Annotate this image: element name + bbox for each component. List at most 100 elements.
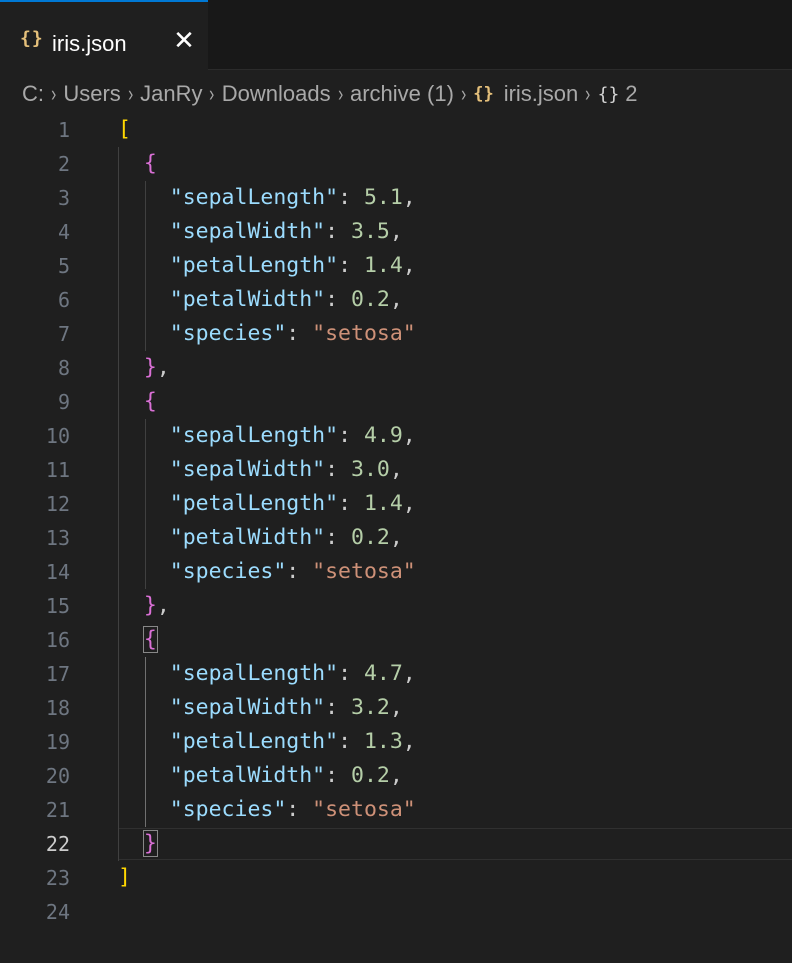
code-line[interactable]: 11 "sepalWidth": 3.0, xyxy=(0,453,792,487)
code-text: "species": "setosa" xyxy=(169,559,416,584)
json-number: 1.4 xyxy=(363,491,403,516)
breadcrumb-drive[interactable]: C: xyxy=(22,81,44,107)
code-text: { xyxy=(118,147,157,181)
json-number: 3.0 xyxy=(351,457,390,482)
json-file-icon: {} xyxy=(20,28,44,49)
json-bracket: { xyxy=(143,389,157,414)
line-number: 12 xyxy=(45,492,70,516)
code-line[interactable]: 21 "species": "setosa" xyxy=(0,793,792,827)
json-key: "sepalLength" xyxy=(169,185,339,210)
json-number: 4.9 xyxy=(363,423,403,448)
json-key: "species" xyxy=(169,797,287,822)
tab-label[interactable]: iris.json xyxy=(52,31,127,57)
code-text: }, xyxy=(143,593,170,618)
breadcrumb-file[interactable]: iris.json xyxy=(504,81,579,107)
code-line[interactable]: 24 xyxy=(0,895,792,929)
json-key: "petalLength" xyxy=(169,253,339,278)
breadcrumb-downloads[interactable]: Downloads xyxy=(222,81,331,107)
code-line[interactable]: 16 { xyxy=(0,623,792,657)
json-number: 0.2 xyxy=(351,525,390,550)
code-line[interactable]: 4 "sepalWidth": 3.5, xyxy=(0,215,792,249)
json-bracket: } xyxy=(142,830,158,857)
code-line[interactable]: 7 "species": "setosa" xyxy=(0,317,792,351)
breadcrumb-users[interactable]: Users xyxy=(63,81,120,107)
code-line[interactable]: 13 "petalWidth": 0.2, xyxy=(0,521,792,555)
json-number: 1.3 xyxy=(363,729,403,754)
json-bracket: { xyxy=(143,151,157,176)
code-line[interactable]: 9 { xyxy=(0,385,792,419)
code-line[interactable]: 14 "species": "setosa" xyxy=(0,555,792,589)
chevron-right-icon: › xyxy=(460,81,467,106)
line-number: 18 xyxy=(45,696,70,720)
json-bracket: [ xyxy=(118,117,131,142)
code-line[interactable]: 1[ xyxy=(0,113,792,147)
code-text: [ xyxy=(118,113,131,147)
json-string: "setosa" xyxy=(312,797,416,822)
json-number: 4.7 xyxy=(363,661,403,686)
line-number: 16 xyxy=(45,628,70,652)
code-text: "petalLength": 1.4, xyxy=(169,491,416,516)
code-text: "sepalWidth": 3.0, xyxy=(169,457,403,482)
code-text: }, xyxy=(143,355,170,380)
code-line[interactable]: 10 "sepalLength": 4.9, xyxy=(0,419,792,453)
json-string: "setosa" xyxy=(312,559,416,584)
close-icon[interactable]: ✕ xyxy=(170,26,198,54)
code-text: "petalWidth": 0.2, xyxy=(169,287,403,312)
code-line[interactable]: 2 { xyxy=(0,147,792,181)
json-file-icon: {} xyxy=(473,84,494,104)
code-text: "sepalWidth": 3.5, xyxy=(169,219,403,244)
json-key: "species" xyxy=(169,559,287,584)
breadcrumb-symbol[interactable]: 2 xyxy=(625,81,637,107)
code-line[interactable]: 3 "sepalLength": 5.1, xyxy=(0,181,792,215)
code-line[interactable]: 20 "petalWidth": 0.2, xyxy=(0,759,792,793)
json-number: 1.4 xyxy=(363,253,403,278)
breadcrumb: C: › Users › JanRy › Downloads › archive… xyxy=(22,80,638,108)
json-key: "petalLength" xyxy=(169,491,339,516)
object-symbol-icon: {} xyxy=(597,83,620,105)
json-bracket: ] xyxy=(118,865,131,890)
chevron-right-icon: › xyxy=(127,81,134,106)
code-line[interactable]: 5 "petalLength": 1.4, xyxy=(0,249,792,283)
json-number: 3.5 xyxy=(351,219,390,244)
json-number: 5.1 xyxy=(363,185,403,210)
code-line[interactable]: 8 }, xyxy=(0,351,792,385)
breadcrumb-archive[interactable]: archive (1) xyxy=(350,81,454,107)
line-number: 4 xyxy=(57,220,70,244)
json-key: "petalWidth" xyxy=(169,287,326,312)
json-number: 0.2 xyxy=(351,287,390,312)
json-number: 0.2 xyxy=(351,763,390,788)
code-text: "petalLength": 1.4, xyxy=(169,253,416,278)
line-number: 22 xyxy=(45,832,70,856)
line-number: 21 xyxy=(45,798,70,822)
breadcrumb-user[interactable]: JanRy xyxy=(140,81,202,107)
json-key: "petalWidth" xyxy=(169,525,326,550)
line-number: 1 xyxy=(57,118,70,142)
code-line[interactable]: 12 "petalLength": 1.4, xyxy=(0,487,792,521)
code-line[interactable]: 6 "petalWidth": 0.2, xyxy=(0,283,792,317)
code-line[interactable]: 17 "sepalLength": 4.7, xyxy=(0,657,792,691)
json-key: "sepalWidth" xyxy=(169,219,326,244)
json-key: "sepalWidth" xyxy=(169,457,326,482)
code-line[interactable]: 18 "sepalWidth": 3.2, xyxy=(0,691,792,725)
line-number: 19 xyxy=(45,730,70,754)
code-text: { xyxy=(118,623,158,657)
code-line[interactable]: 23] xyxy=(0,861,792,895)
code-line[interactable]: 19 "petalLength": 1.3, xyxy=(0,725,792,759)
code-editor[interactable]: 1[2 {3 "sepalLength": 5.1, 4 "sepalWidth"… xyxy=(0,113,792,963)
code-text: "sepalLength": 5.1, xyxy=(169,185,416,210)
code-line[interactable]: 22 } xyxy=(0,827,792,861)
code-line[interactable]: 15 }, xyxy=(0,589,792,623)
line-number: 9 xyxy=(57,390,70,414)
json-key: "petalWidth" xyxy=(169,763,326,788)
code-text: "sepalLength": 4.9, xyxy=(169,423,416,448)
json-bracket: } xyxy=(143,593,157,618)
code-text: "petalLength": 1.3, xyxy=(169,729,416,754)
line-number: 11 xyxy=(45,458,70,482)
chevron-right-icon: › xyxy=(585,81,591,106)
code-text: ] xyxy=(118,861,131,895)
json-string: "setosa" xyxy=(312,321,416,346)
json-key: "sepalWidth" xyxy=(169,695,326,720)
tab-iris-json[interactable]: {} iris.json ✕ xyxy=(0,0,208,70)
line-number: 2 xyxy=(57,152,70,176)
code-text: "petalWidth": 0.2, xyxy=(169,525,403,550)
